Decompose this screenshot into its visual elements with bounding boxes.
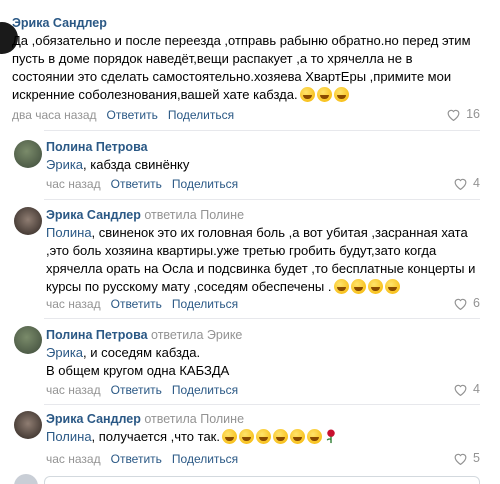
comment-meta: час назад Ответить Поделиться [46,177,238,191]
comment-time[interactable]: час назад [46,383,101,397]
share-button[interactable]: Поделиться [172,383,238,397]
comment-text: Эрика, кабзда свинёнку [46,157,190,172]
heart-icon [454,178,467,190]
like-count: 6 [473,296,480,310]
rose-icon [326,429,335,444]
comment-text: Эрика, и соседям кабздa. В общем кругом … [46,345,230,378]
avatar[interactable] [14,411,42,439]
divider [44,318,480,319]
avatar[interactable] [14,207,42,235]
emoji-laugh-icon [316,87,332,102]
mention-link[interactable]: Эрика [46,157,83,172]
divider [44,404,480,405]
avatar[interactable] [14,326,42,354]
mention-link[interactable]: Полина [46,225,92,240]
heart-icon [447,109,460,121]
like-button[interactable]: 4 [453,382,480,396]
like-count: 16 [466,107,480,121]
divider [44,199,480,200]
comment-time[interactable]: час назад [46,297,101,311]
comment-input[interactable] [44,476,480,484]
heart-icon [454,384,467,396]
emoji-laugh-icon [238,429,254,444]
share-button[interactable]: Поделиться [172,177,238,191]
comment-author[interactable]: Полина Петрова [46,140,148,154]
comment-author[interactable]: Эрика Сандлер ответила Полине [46,208,244,222]
reply-to-label: ответила Полине [144,208,245,222]
reply-to-label: ответила Полине [144,412,245,426]
comment-author[interactable]: Эрика Сандлер ответила Полине [46,412,244,426]
emoji-laugh-icon [333,279,349,294]
comment-meta: час назад Ответить Поделиться [46,383,238,397]
scroll-edge [0,0,500,10]
comment-meta: час назад Ответить Поделиться [46,297,238,311]
like-button[interactable]: 4 [453,176,480,190]
like-button[interactable]: 5 [453,451,480,465]
emoji-laugh-icon [384,279,400,294]
emoji-laugh-icon [367,279,383,294]
like-count: 4 [473,176,480,190]
comment-time[interactable]: два часа назад [12,108,97,122]
share-button[interactable]: Поделиться [168,108,234,122]
avatar[interactable] [14,140,42,168]
reply-button[interactable]: Ответить [107,108,158,122]
heart-icon [454,298,467,310]
comment-meta: час назад Ответить Поделиться [46,452,238,466]
emoji-laugh-icon [255,429,271,444]
share-button[interactable]: Поделиться [172,297,238,311]
comment-text: Да ,обязательно и после переезда ,отправ… [12,33,471,102]
reply-button[interactable]: Ответить [111,177,162,191]
emoji-laugh-icon [333,87,349,102]
heart-icon [454,453,467,465]
comment-text: Полина, свиненок это их головная боль ,а… [46,225,476,294]
comment-author[interactable]: Полина Петрова ответила Эрике [46,328,242,342]
reply-button[interactable]: Ответить [111,452,162,466]
like-button[interactable]: 16 [446,107,480,121]
reply-button[interactable]: Ответить [111,383,162,397]
comment-text: Полина, получается ,что так. [46,428,486,446]
mention-link[interactable]: Полина [46,429,92,444]
like-count: 4 [473,382,480,396]
mention-link[interactable]: Эрика [46,345,83,360]
reply-to-label: ответила Эрике [151,328,243,342]
emoji-laugh-icon [306,429,322,444]
emoji-laugh-icon [299,87,315,102]
emoji-laugh-icon [272,429,288,444]
share-button[interactable]: Поделиться [172,452,238,466]
divider [44,130,480,131]
comment-time[interactable]: час назад [46,452,101,466]
emoji-laugh-icon [289,429,305,444]
emoji-laugh-icon [350,279,366,294]
comment-author[interactable]: Эрика Сандлер [12,16,107,30]
reply-button[interactable]: Ответить [111,297,162,311]
comment-meta: два часа назад Ответить Поделиться [12,108,234,122]
comment-time[interactable]: час назад [46,177,101,191]
emoji-laugh-icon [221,429,237,444]
like-button[interactable]: 6 [453,296,480,310]
like-count: 5 [473,451,480,465]
composer-avatar [14,474,38,484]
